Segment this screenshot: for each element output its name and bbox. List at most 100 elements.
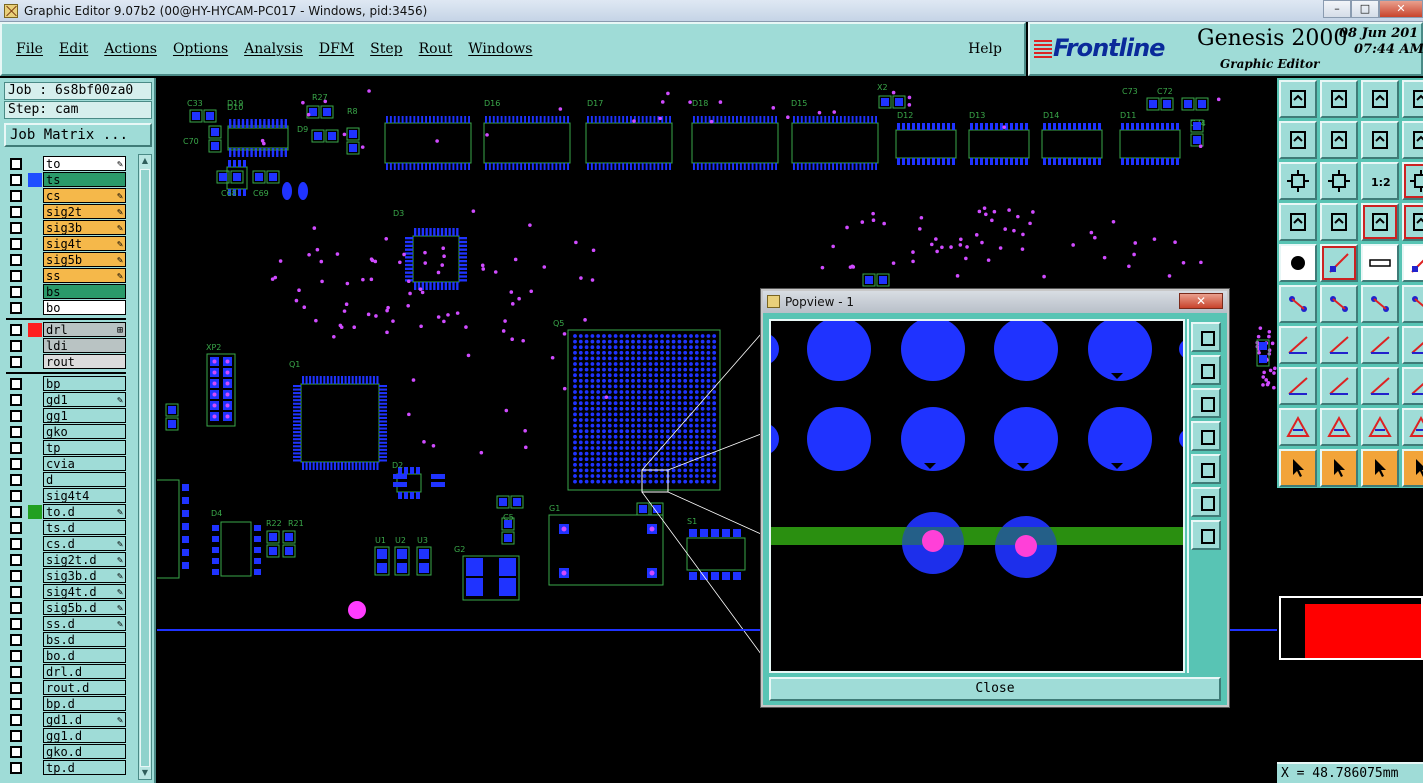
layer-checkbox[interactable] — [10, 253, 22, 266]
tool-rotate-view-icon[interactable] — [1361, 121, 1399, 159]
layer-checkbox[interactable] — [10, 681, 22, 694]
popview-tool-pan-up[interactable] — [1191, 355, 1221, 385]
layer-name[interactable]: sig4t4 — [43, 488, 126, 503]
layer-name[interactable]: tp — [43, 440, 126, 455]
layer-color-swatch[interactable] — [28, 205, 42, 219]
layer-name[interactable]: gd1 ✎ — [43, 392, 126, 407]
layer-name[interactable]: to.d ✎ — [43, 504, 126, 519]
layer-row-sig5b[interactable]: sig5b ✎ — [6, 252, 126, 267]
layer-row-sig4t4[interactable]: sig4t4 — [6, 488, 126, 503]
layer-checkbox[interactable] — [10, 441, 22, 454]
layer-color-swatch[interactable] — [28, 237, 42, 251]
tool-split-line-icon[interactable] — [1320, 367, 1358, 405]
layer-checkbox[interactable] — [10, 393, 22, 406]
layer-color-swatch[interactable] — [28, 521, 42, 535]
layer-color-swatch[interactable] — [28, 761, 42, 775]
menu-analysis[interactable]: Analysis — [244, 41, 303, 57]
layer-name[interactable]: gko.d — [43, 744, 126, 759]
layer-color-swatch[interactable] — [28, 537, 42, 551]
menu-file[interactable]: File — [16, 41, 43, 57]
layer-row-bo[interactable]: bo — [6, 300, 126, 315]
layer-color-swatch[interactable] — [28, 285, 42, 299]
layer-color-swatch[interactable] — [28, 425, 42, 439]
minimize-button[interactable]: – — [1323, 0, 1351, 18]
tool-grid-toggle-icon[interactable] — [1320, 203, 1358, 241]
layer-color-swatch[interactable] — [28, 553, 42, 567]
layer-row-rout[interactable]: rout — [6, 354, 126, 369]
tool-zoom-previous-icon[interactable] — [1320, 80, 1358, 118]
menu-edit[interactable]: Edit — [59, 41, 88, 57]
layer-name[interactable]: bs — [43, 284, 126, 299]
layer-color-swatch[interactable] — [28, 157, 42, 171]
layer-row-drl[interactable]: drl ⊞ — [6, 322, 126, 337]
layer-checkbox[interactable] — [10, 457, 22, 470]
layer-name[interactable]: cvia — [43, 456, 126, 471]
layer-name[interactable]: to ✎ — [43, 156, 126, 171]
popview-tool-pan-right[interactable] — [1191, 454, 1221, 484]
layer-row-bo-d[interactable]: bo.d — [6, 648, 126, 663]
layer-name[interactable]: cs ✎ — [43, 188, 126, 203]
tool-arc-triangle-icon[interactable] — [1361, 408, 1399, 446]
tool-select-pointer-icon[interactable] — [1279, 449, 1317, 487]
layer-checkbox[interactable] — [10, 761, 22, 774]
layer-row-gg1[interactable]: gg1 — [6, 408, 126, 423]
tool-undo-arc-icon[interactable] — [1361, 326, 1399, 364]
tool-measure-ruler-icon[interactable] — [1361, 244, 1399, 282]
layer-color-swatch[interactable] — [28, 301, 42, 315]
layer-color-swatch[interactable] — [28, 172, 42, 187]
layer-row-tp-d[interactable]: tp.d — [6, 760, 126, 775]
tool-layer-colors-icon[interactable] — [1361, 203, 1399, 241]
tool-net-connect-icon[interactable] — [1279, 285, 1317, 323]
layer-checkbox[interactable] — [10, 189, 22, 202]
tool-select-zoom-icon[interactable] — [1361, 449, 1399, 487]
popview-close-button[interactable]: Close — [769, 677, 1221, 701]
menu-step[interactable]: Step — [370, 41, 402, 57]
layer-color-swatch[interactable] — [28, 409, 42, 423]
layer-row-gd1-d[interactable]: gd1.d ✎ — [6, 712, 126, 727]
layer-row-sig4t[interactable]: sig4t ✎ — [6, 236, 126, 251]
layer-row-d[interactable]: d — [6, 472, 126, 487]
layer-name[interactable]: rout — [43, 354, 126, 369]
layer-checkbox[interactable] — [10, 713, 22, 726]
tool-fit-view-icon[interactable] — [1402, 121, 1423, 159]
layer-row-rout-d[interactable]: rout.d — [6, 680, 126, 695]
layer-row-bs-d[interactable]: bs.d — [6, 632, 126, 647]
layer-color-swatch[interactable] — [28, 585, 42, 599]
layer-row-sig4t-d[interactable]: sig4t.d ✎ — [6, 584, 126, 599]
layer-color-swatch[interactable] — [28, 745, 42, 759]
layer-row-sig3b-d[interactable]: sig3b.d ✎ — [6, 568, 126, 583]
layer-color-swatch[interactable] — [28, 649, 42, 663]
tool-pan-right-icon[interactable] — [1320, 121, 1358, 159]
menu-help[interactable]: Help — [968, 41, 1002, 57]
layer-color-swatch[interactable] — [28, 322, 42, 337]
layer-color-swatch[interactable] — [28, 441, 42, 455]
layer-color-swatch[interactable] — [28, 377, 42, 391]
layer-row-cs[interactable]: cs ✎ — [6, 188, 126, 203]
layer-checkbox[interactable] — [10, 409, 22, 422]
tool-network-icon[interactable] — [1402, 285, 1423, 323]
layer-checkbox[interactable] — [10, 585, 22, 598]
layer-color-swatch[interactable] — [28, 697, 42, 711]
layer-color-swatch[interactable] — [28, 457, 42, 471]
layer-name[interactable]: gg1 — [43, 408, 126, 423]
layer-name[interactable]: ss.d ✎ — [43, 616, 126, 631]
layer-row-bs[interactable]: bs — [6, 284, 126, 299]
layer-color-swatch[interactable] — [28, 189, 42, 203]
layer-color-swatch[interactable] — [28, 617, 42, 631]
layer-checkbox[interactable] — [10, 339, 22, 352]
layer-checkbox[interactable] — [10, 553, 22, 566]
layer-row-sig2t[interactable]: sig2t ✎ — [6, 204, 126, 219]
layer-color-swatch[interactable] — [28, 713, 42, 727]
tool-pad-triangle-icon[interactable] — [1279, 408, 1317, 446]
layer-name[interactable]: bp.d — [43, 696, 126, 711]
tool-move-feature-icon[interactable] — [1361, 285, 1399, 323]
layer-name[interactable]: sig5b.d ✎ — [43, 600, 126, 615]
layer-color-swatch[interactable] — [28, 473, 42, 487]
tool-cross-delete-icon[interactable] — [1320, 285, 1358, 323]
maximize-button[interactable]: □ — [1351, 0, 1379, 18]
layer-name[interactable]: sig5b ✎ — [43, 252, 126, 267]
layer-row-ss-d[interactable]: ss.d ✎ — [6, 616, 126, 631]
menu-actions[interactable]: Actions — [104, 41, 157, 57]
layer-checkbox[interactable] — [10, 355, 22, 368]
layer-color-swatch[interactable] — [28, 681, 42, 695]
